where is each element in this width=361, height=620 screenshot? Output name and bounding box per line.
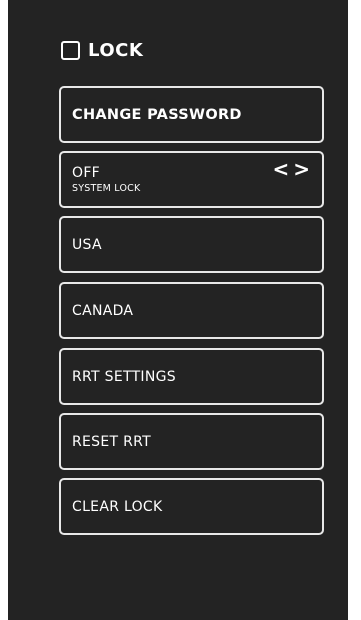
reset-rrt-label: RESET RRT: [72, 433, 151, 450]
chevron-right-icon[interactable]: >: [293, 159, 310, 179]
chevron-left-icon[interactable]: <: [272, 159, 289, 179]
rrt-settings-label: RRT SETTINGS: [72, 368, 176, 385]
clear-lock-label: CLEAR LOCK: [72, 498, 163, 515]
system-lock-label: SYSTEM LOCK: [72, 183, 141, 194]
change-password-label: CHANGE PASSWORD: [72, 106, 242, 123]
lock-checkbox[interactable]: [61, 40, 80, 60]
clear-lock-button[interactable]: CLEAR LOCK: [59, 478, 324, 535]
lock-header: LOCK: [61, 36, 143, 64]
reset-rrt-button[interactable]: RESET RRT: [59, 413, 324, 470]
lock-settings-panel: LOCK CHANGE PASSWORD OFF SYSTEM LOCK < >…: [8, 0, 348, 620]
canada-button[interactable]: CANADA: [59, 282, 324, 339]
canada-label: CANADA: [72, 302, 134, 319]
rrt-settings-button[interactable]: RRT SETTINGS: [59, 348, 324, 405]
change-password-button[interactable]: CHANGE PASSWORD: [59, 86, 324, 143]
page-title: LOCK: [88, 39, 144, 61]
system-lock-selector[interactable]: OFF SYSTEM LOCK < >: [59, 151, 324, 208]
usa-button[interactable]: USA: [59, 216, 324, 273]
system-lock-arrows: < >: [272, 159, 310, 179]
usa-label: USA: [72, 236, 102, 253]
